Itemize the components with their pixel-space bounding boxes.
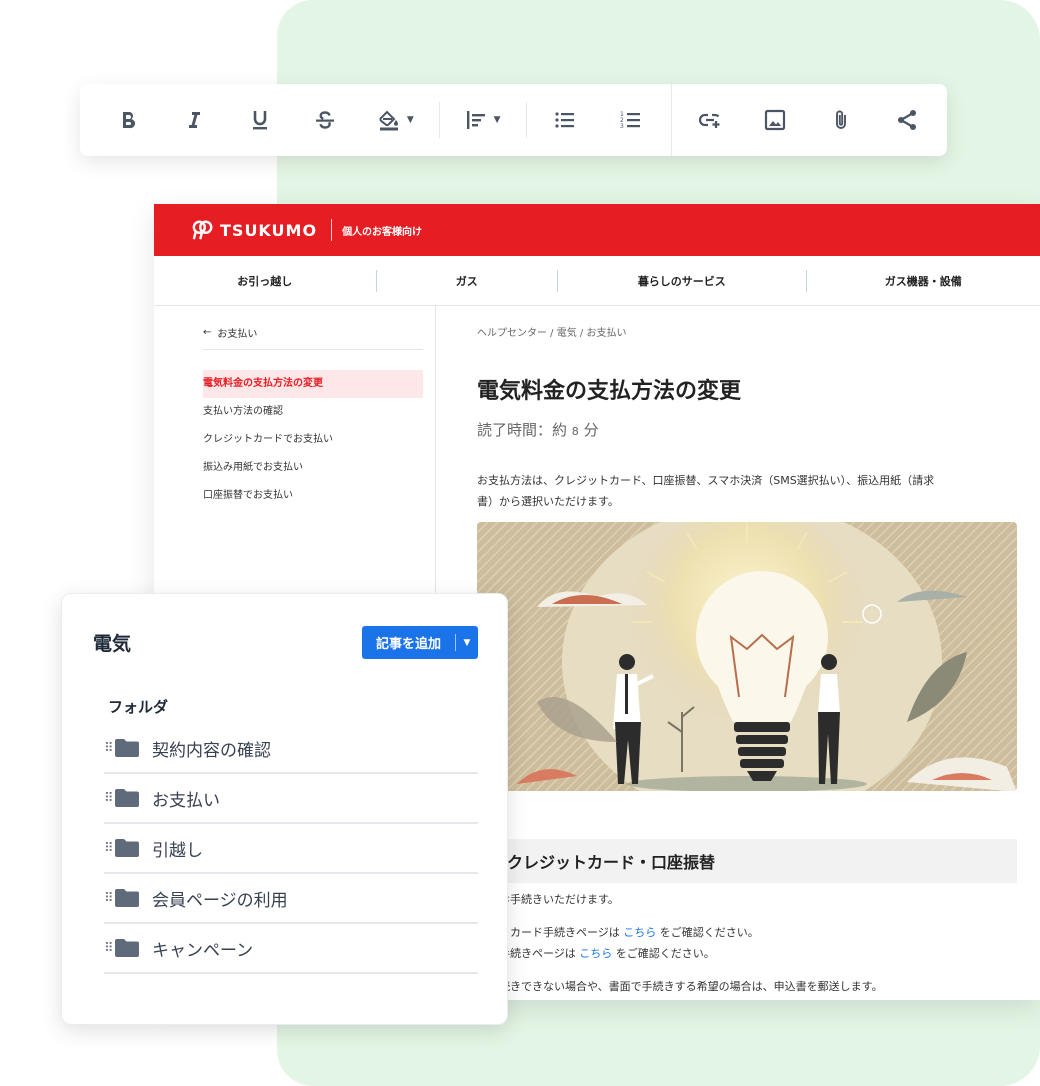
align-left-icon[interactable]: ▼ (452, 98, 512, 142)
section-heading: クレジットカード・口座振替 (477, 839, 1017, 883)
bullet-list-icon[interactable] (539, 98, 591, 142)
site-nav: お引っ越し ガス 暮らしのサービス ガス機器・設備 (154, 256, 1040, 306)
read-time: 読了時間：約 8 分 (477, 419, 1017, 440)
italic-icon[interactable] (168, 98, 220, 142)
read-time-number: 8 (571, 425, 579, 438)
folder-item[interactable]: ⠿ お支払い (104, 774, 478, 824)
paragraph: 期間お手続きいただけます。 (477, 893, 619, 906)
folder-label: お支払い (152, 790, 220, 811)
article-intro: お支払方法は、クレジットカード、口座振替、スマホ決済（SMS選択払い）、振込用紙… (477, 470, 1017, 512)
bold-icon[interactable] (102, 98, 154, 142)
folder-icon (115, 789, 139, 807)
folder-panel: 電気 記事を追加 ▼ フォルダ ⠿ 契約内容の確認 ⠿ お支払い ⠿ 引越し ⠿… (61, 593, 508, 1025)
folder-heading: フォルダ (108, 698, 169, 716)
link-icon[interactable] (684, 98, 736, 142)
breadcrumb[interactable]: ヘルプセンター / 電気 / お支払い (477, 324, 1017, 339)
sidebar-list: 電気料金の支払方法の変更 支払い方法の確認 クレジットカードでお支払い 振込み用… (203, 370, 423, 510)
site-header: TSUKUMO 個人のお客様向け (154, 204, 1040, 256)
editor-toolbar: ▼ ▼ 123 (80, 84, 947, 156)
folder-list: ⠿ 契約内容の確認 ⠿ お支払い ⠿ 引越し ⠿ 会員ページの利用 ⠿ キャンペ… (104, 724, 478, 974)
category-title: 電気 (93, 633, 132, 655)
intro-line: お支払方法は、クレジットカード、口座振替、スマホ決済（SMS選択払い）、振込用紙… (477, 474, 935, 487)
folder-icon (115, 839, 139, 857)
audience-label[interactable]: 個人のお客様向け (342, 223, 422, 238)
folder-icon (115, 889, 139, 907)
folder-label: 会員ページの利用 (152, 890, 288, 911)
fill-color-icon[interactable]: ▼ (365, 98, 425, 142)
drag-handle-icon[interactable]: ⠿ (104, 742, 114, 755)
folder-item[interactable]: ⠿ 引越し (104, 824, 478, 874)
nav-item-moving[interactable]: お引っ越し (154, 273, 376, 289)
paragraph: ジットカード手続きページは こちら をご確認ください。 (477, 922, 1017, 943)
logo-mark-icon (192, 220, 213, 240)
svg-text:3: 3 (620, 123, 624, 130)
folder-item[interactable]: ⠿ キャンペーン (104, 924, 478, 974)
read-time-prefix: 読了時間：約 (477, 421, 568, 439)
folder-item[interactable]: ⠿ 会員ページの利用 (104, 874, 478, 924)
share-icon[interactable] (881, 98, 933, 142)
article-sidebar: ← お支払い 電気料金の支払方法の変更 支払い方法の確認 クレジットカードでお支… (203, 324, 423, 510)
paragraph-text: をご確認ください。 (659, 926, 759, 939)
drag-handle-icon[interactable]: ⠿ (104, 892, 114, 905)
credit-card-link[interactable]: こちら (623, 926, 656, 939)
toolbar-divider (439, 102, 441, 138)
chevron-down-icon: ▼ (493, 115, 501, 125)
drag-handle-icon[interactable]: ⠿ (104, 792, 114, 805)
article: ヘルプセンター / 電気 / お支払い 電気料金の支払方法の変更 読了時間：約 … (477, 324, 1017, 997)
sidebar-item-transfer-slip[interactable]: 振込み用紙でお支払い (203, 454, 423, 482)
hero-illustration (477, 522, 1017, 791)
add-article-label: 記事を追加 (376, 637, 442, 652)
numbered-list-icon[interactable]: 123 (605, 98, 657, 142)
intro-line: 書）から選択いただけます。 (477, 495, 619, 508)
site-logo[interactable]: TSUKUMO (192, 219, 317, 241)
brand-name: TSUKUMO (220, 220, 318, 240)
attachment-icon[interactable] (815, 98, 867, 142)
article-title: 電気料金の支払方法の変更 (477, 379, 742, 404)
chevron-down-icon[interactable]: ▼ (456, 638, 478, 648)
nav-item-services[interactable]: 暮らしのサービス (558, 273, 805, 289)
read-time-suffix: 分 (583, 421, 599, 439)
paragraph-text: をご確認ください。 (615, 947, 715, 960)
sidebar-item-bank-transfer[interactable]: 口座振替でお支払い (203, 482, 423, 510)
header-divider (331, 219, 333, 241)
underline-icon[interactable] (234, 98, 286, 142)
add-article-button[interactable]: 記事を追加 ▼ (362, 626, 478, 659)
drag-handle-icon[interactable]: ⠿ (104, 942, 114, 955)
folder-label: 引越し (152, 840, 203, 861)
folder-label: キャンペーン (152, 940, 254, 961)
sidebar-item-confirm-payment[interactable]: 支払い方法の確認 (203, 398, 423, 426)
folder-icon (115, 939, 139, 957)
arrow-left-icon: ← (203, 327, 212, 338)
sidebar-item-credit-card[interactable]: クレジットカードでお支払い (203, 426, 423, 454)
back-link[interactable]: ← お支払い (203, 324, 423, 350)
paragraph: で手続きできない場合や、書面で手続きする希望の場合は、申込書を郵送します。 (477, 980, 883, 993)
folder-item[interactable]: ⠿ 契約内容の確認 (104, 724, 478, 774)
sidebar-item-change-payment[interactable]: 電気料金の支払方法の変更 (203, 370, 423, 398)
drag-handle-icon[interactable]: ⠿ (104, 842, 114, 855)
nav-item-equipment[interactable]: ガス機器・設備 (807, 273, 1040, 289)
folder-label: 契約内容の確認 (152, 740, 271, 761)
nav-item-gas[interactable]: ガス (377, 273, 558, 289)
toolbar-divider (670, 84, 672, 156)
chevron-down-icon: ▼ (406, 115, 414, 125)
toolbar-divider (526, 102, 527, 138)
image-icon[interactable] (750, 98, 802, 142)
folder-icon (115, 739, 139, 757)
paragraph: 振替手続きページは こちら をご確認ください。 (477, 943, 1017, 964)
back-label: お支払い (217, 329, 258, 340)
bank-transfer-link[interactable]: こちら (579, 947, 612, 960)
strikethrough-icon[interactable] (300, 98, 352, 142)
